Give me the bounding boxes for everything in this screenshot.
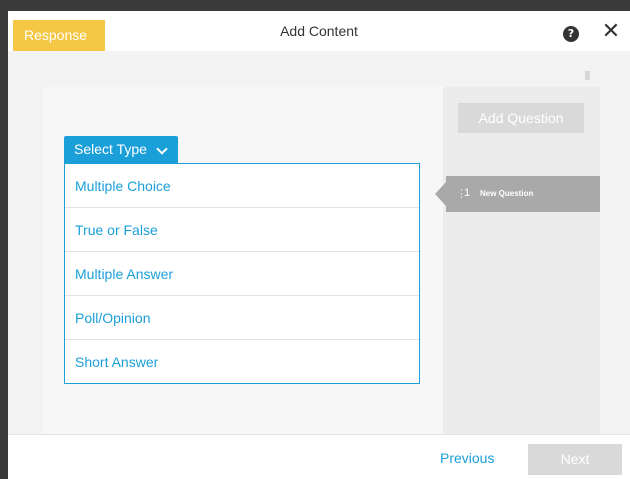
scrollbar-thumb[interactable] xyxy=(585,71,590,80)
previous-button[interactable]: Previous xyxy=(440,445,494,471)
menu-item-true-or-false[interactable]: True or False xyxy=(65,208,419,252)
dialog-header: Response Add Content ? ✕ xyxy=(8,11,630,51)
question-number: 1 xyxy=(464,187,471,199)
select-type-dropdown[interactable]: Select Type xyxy=(64,136,178,163)
close-icon[interactable]: ✕ xyxy=(600,21,622,43)
menu-item-short-answer[interactable]: Short Answer xyxy=(65,340,419,384)
select-type-label: Select Type xyxy=(74,141,147,157)
question-type-menu: Multiple Choice True or False Multiple A… xyxy=(64,163,420,384)
menu-item-poll-opinion[interactable]: Poll/Opinion xyxy=(65,296,419,340)
add-content-dialog: Response Add Content ? ✕ Add Question ⋮ … xyxy=(8,11,630,479)
add-question-button[interactable]: Add Question xyxy=(458,103,584,133)
dialog-body: Add Question ⋮ 1 New Question Select Typ… xyxy=(8,51,630,434)
app-frame: Response Add Content ? ✕ Add Question ⋮ … xyxy=(0,0,630,479)
question-circle-icon[interactable]: ? xyxy=(563,26,579,42)
menu-item-multiple-choice[interactable]: Multiple Choice xyxy=(65,164,419,208)
dialog-footer: Previous Next xyxy=(8,434,630,479)
dialog-title: Add Content xyxy=(280,23,358,39)
question-label: New Question xyxy=(480,189,534,198)
next-button[interactable]: Next xyxy=(528,444,622,475)
menu-item-multiple-answer[interactable]: Multiple Answer xyxy=(65,252,419,296)
question-list-item[interactable]: ⋮ 1 New Question xyxy=(435,176,600,212)
chevron-down-icon xyxy=(156,143,168,155)
question-list-panel: Add Question ⋮ 1 New Question xyxy=(435,87,600,434)
